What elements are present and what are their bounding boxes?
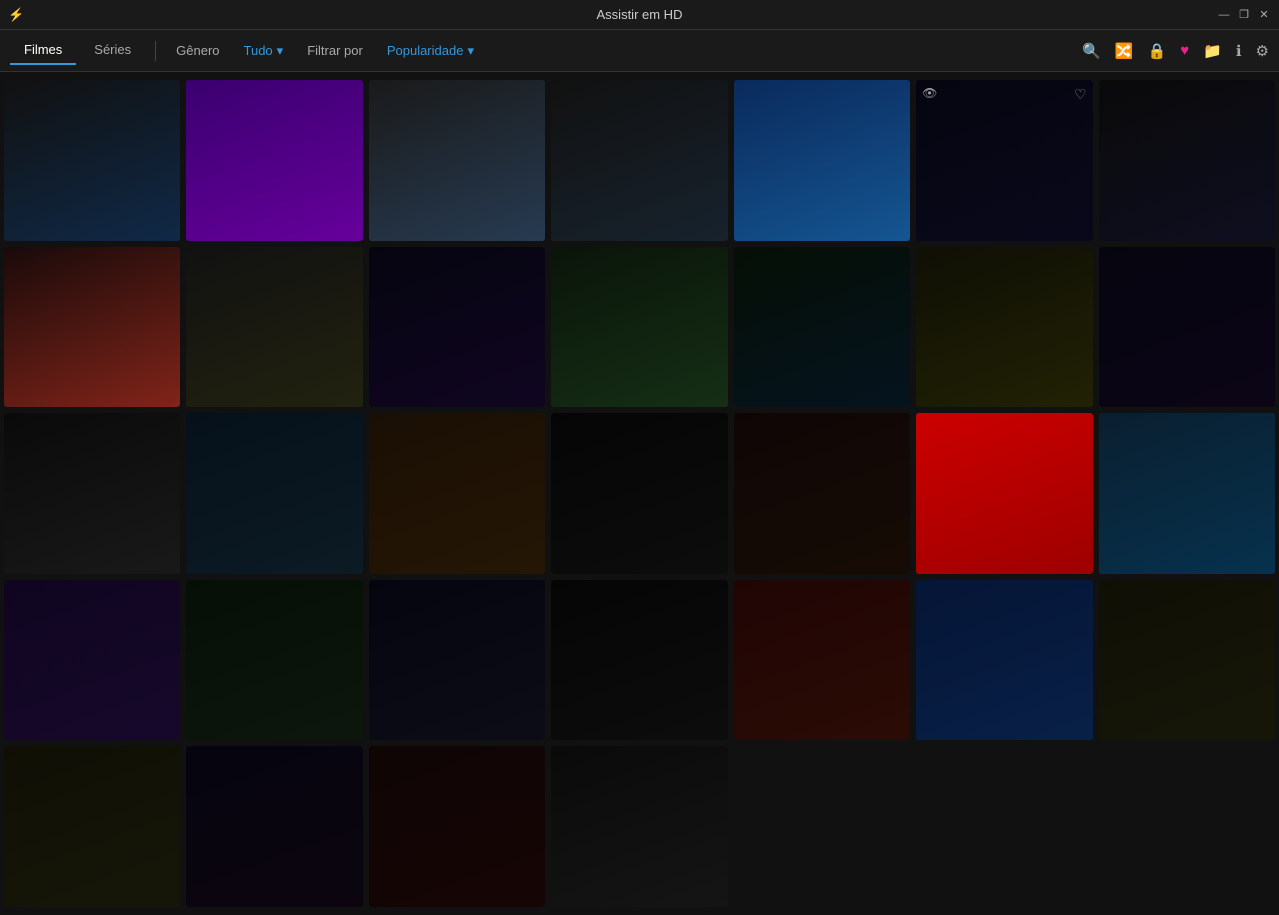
movie-card[interactable]: THE GUNMANSEAN PENNThe Gunman2015 <box>734 413 910 574</box>
movie-poster: BIRDMAN(THE UNEXPECTED VIRTUE OF IGNORAN… <box>186 580 362 741</box>
info-icon[interactable]: ℹ <box>1236 42 1242 60</box>
movie-poster: CHAPPIEMARCH 6 <box>186 413 362 574</box>
movie-card[interactable]: focusFocus2015 <box>4 413 180 574</box>
movie-poster: THE MAZE RUNNER <box>369 580 545 741</box>
tab-series[interactable]: Séries <box>80 36 145 65</box>
movie-card[interactable]: HOMEHome2015 <box>186 80 362 241</box>
movie-poster: BIG HERO 6 <box>916 413 1092 574</box>
movie-poster: WHILE <box>551 580 727 741</box>
folder-icon[interactable]: 📁 <box>1203 42 1222 60</box>
movie-card[interactable]: GONE GIRLGone Girl2014 <box>551 413 727 574</box>
movie-card[interactable]: THE MAZE RUNNERThe Maze Runner2014 <box>369 580 545 741</box>
shuffle-icon[interactable]: 🔀 <box>1115 42 1134 60</box>
movie-poster: THE LONGEST RIDE <box>551 80 727 241</box>
movie-poster: AMERICAN SNIPER <box>186 247 362 408</box>
movie-poster: PAUL BLART 2MALL COP <box>551 247 727 408</box>
titlebar: ⚡ Assistir em HD — ❐ ✕ <box>0 0 1279 30</box>
nav-genre[interactable]: Gênero <box>166 37 229 64</box>
close-button[interactable]: ✕ <box>1257 8 1271 22</box>
watched-icon: 👁 <box>922 86 937 100</box>
movie-poster: focus <box>4 413 180 574</box>
movie-card[interactable]: WOMAN IN GOLDWoman in Gold2015 <box>369 413 545 574</box>
filter-all[interactable]: Tudo ▾ <box>234 37 294 65</box>
minimize-button[interactable]: — <box>1217 8 1231 22</box>
movie-card[interactable]: 👁♡INTERSTELLAR★★★★8.7/10Interstellar2014 <box>916 80 1092 241</box>
movie-card[interactable]: FIFTY SHADES OF GREYFifty Shades of Grey <box>551 746 727 907</box>
maximize-button[interactable]: ❐ <box>1237 8 1251 22</box>
movie-poster: ex machina <box>734 247 910 408</box>
lock-icon[interactable]: 🔒 <box>1148 42 1167 60</box>
movie-poster: GONE GIRL <box>551 413 727 574</box>
movie-card[interactable]: THE SPONGEBOB MOVIESPONGE OUT OF WATERTh… <box>1099 413 1275 574</box>
movie-card[interactable]: CHAPPIEMARCH 6Chappie2015 <box>186 413 362 574</box>
movie-poster: VINCE VAUGHNUnfinished Business <box>916 247 1092 408</box>
heart-icon[interactable]: ♥ <box>1180 42 1189 59</box>
nav-icons: 🔍 🔀 🔒 ♥ 📁 ℹ ⚙ <box>1082 42 1269 60</box>
filter-by[interactable]: Filtrar por <box>297 37 373 64</box>
movie-card[interactable]: BIRDMAN(THE UNEXPECTED VIRTUE OF IGNORAN… <box>186 580 362 741</box>
navbar: Filmes Séries Gênero Tudo ▾ Filtrar por … <box>0 30 1279 72</box>
nav-divider <box>155 41 156 61</box>
movie-card[interactable]: WHILEWhile... <box>551 580 727 741</box>
filter-sort[interactable]: Popularidade ▾ <box>377 37 484 65</box>
movie-card[interactable]: BURYING THE EXBurying the Ex2014 <box>1099 247 1275 408</box>
movie-card[interactable] <box>734 580 910 741</box>
movie-poster: KingsmanTHE SECRET SERVICE <box>4 80 180 241</box>
movie-card[interactable]: ex machinaEx Machina2015 <box>734 247 910 408</box>
movie-card[interactable]: VINCE VAUGHNUnfinished BusinessUnfinishe… <box>916 247 1092 408</box>
app-icon: ⚡ <box>8 7 24 23</box>
movie-poster: JUPITER ASCENDING <box>369 247 545 408</box>
movie-card[interactable]: RUN ALL NIGHTRun All Night2015 <box>1099 80 1275 241</box>
movie-poster <box>734 580 910 741</box>
tab-filmes[interactable]: Filmes <box>10 36 76 65</box>
movie-grid: KingsmanTHE SECRET SERVICEKingsman: The … <box>0 72 1279 915</box>
movie-card[interactable]: GET HARDWILL FERRELL · KEVIN HARTGet Har… <box>369 80 545 241</box>
movie-card[interactable]: AMERICAN SNIPERAmerican Sniper2014 <box>186 247 362 408</box>
movie-card[interactable]: KingsmanTHE SECRET SERVICEKingsman: The … <box>4 80 180 241</box>
chevron-down-icon: ▾ <box>277 43 284 59</box>
movie-poster <box>4 746 180 907</box>
movie-card[interactable]: JUPITER ASCENDINGJupiter Ascending2015 <box>369 247 545 408</box>
movie-poster: FIFTY SHADES OF GREY <box>551 746 727 907</box>
movie-poster: HOME <box>186 80 362 241</box>
movie-poster: WOMAN IN GOLD <box>369 413 545 574</box>
movie-poster: SAN ANDREAS QUAKETHE WORLD SPLIT IN TWO <box>4 247 180 408</box>
movie-poster: RUN ALL NIGHT <box>1099 80 1275 241</box>
settings-icon[interactable]: ⚙ <box>1256 42 1269 60</box>
nav-tabs: Filmes Séries Gênero Tudo ▾ Filtrar por … <box>10 36 484 65</box>
movie-card[interactable]: THE LONGEST RIDEThe Longest Ride2015 <box>551 80 727 241</box>
movie-card[interactable]: PAUL BLART 2MALL COPPaul Blart: Mall Cop… <box>551 247 727 408</box>
movie-poster: Cinderella <box>734 80 910 241</box>
movie-poster: GET HARDWILL FERRELL · KEVIN HART <box>369 80 545 241</box>
movie-card[interactable] <box>186 746 362 907</box>
window-controls[interactable]: — ❐ ✕ <box>1217 8 1271 22</box>
movie-card[interactable]: GUARDIANS OF THE GALAXYGuardians of the … <box>4 580 180 741</box>
movie-card[interactable] <box>369 746 545 907</box>
movie-poster: 👁♡INTERSTELLAR★★★★8.7/10 <box>916 80 1092 241</box>
movie-poster: THE THEORY OF EVERYTHING <box>1099 580 1275 741</box>
search-icon[interactable]: 🔍 <box>1082 42 1101 60</box>
chevron-down-icon-sort: ▾ <box>467 43 474 59</box>
movie-poster: GUARDIANS OF THE GALAXY <box>4 580 180 741</box>
movie-card[interactable]: SAN ANDREAS QUAKETHE WORLD SPLIT IN TWOS… <box>4 247 180 408</box>
movie-poster <box>186 746 362 907</box>
movie-card[interactable]: CinderellaCinderella2015 <box>734 80 910 241</box>
favorite-icon[interactable]: ♡ <box>1074 86 1087 103</box>
movie-card[interactable]: BIG HERO 6Big Hero 62014 <box>916 413 1092 574</box>
movie-card[interactable]: FROZENDisneyFrozen <box>916 580 1092 741</box>
app-title: Assistir em HD <box>597 7 683 22</box>
movie-card[interactable] <box>4 746 180 907</box>
movie-poster: FROZENDisney <box>916 580 1092 741</box>
movie-poster: BURYING THE EX <box>1099 247 1275 408</box>
movie-poster: THE GUNMANSEAN PENN <box>734 413 910 574</box>
movie-card[interactable]: THE THEORY OF EVERYTHINGThe Theory of... <box>1099 580 1275 741</box>
movie-poster <box>369 746 545 907</box>
movie-poster: THE SPONGEBOB MOVIESPONGE OUT OF WATER <box>1099 413 1275 574</box>
